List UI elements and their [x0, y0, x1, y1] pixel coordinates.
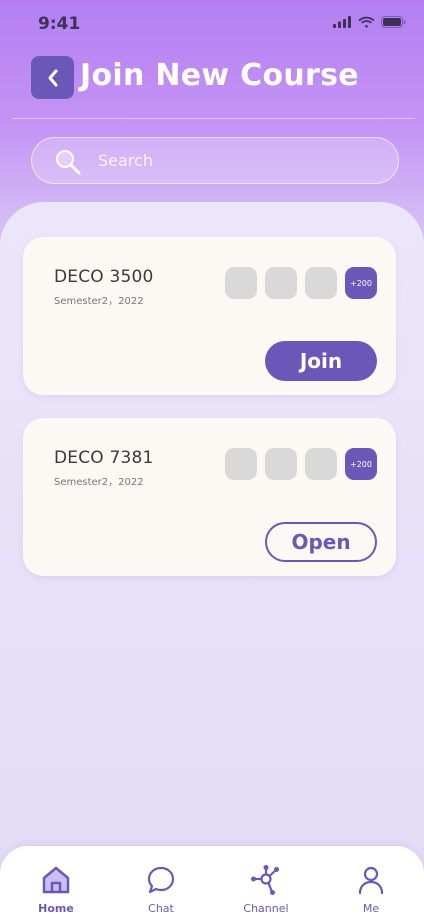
- avatar: [265, 448, 297, 480]
- search-icon: [56, 150, 81, 175]
- search-input[interactable]: [98, 146, 378, 174]
- chevron-left-icon: [48, 69, 57, 86]
- avatar: [305, 267, 337, 299]
- nav-item-me[interactable]: Me: [331, 864, 411, 918]
- battery-icon: [381, 16, 406, 28]
- join-button[interactable]: Join: [265, 341, 377, 381]
- home-icon: [42, 866, 70, 894]
- nav-item-home[interactable]: Home: [16, 864, 96, 918]
- nav-label-chat: Chat: [148, 902, 174, 915]
- user-icon: [358, 866, 384, 895]
- channel-icon: [251, 865, 279, 895]
- nav-label-home: Home: [38, 902, 74, 915]
- course-card: DECO 3500 Semester2，2022 +200 Join: [23, 237, 396, 395]
- course-semester: Semester2，2022: [54, 477, 144, 488]
- member-count-badge: +200: [345, 448, 377, 480]
- course-card: DECO 7381 Semester2，2022 +200 Open: [23, 418, 396, 576]
- status-time: 9:41: [38, 14, 81, 34]
- member-count-badge: +200: [345, 267, 377, 299]
- status-icons: [333, 16, 406, 28]
- back-button[interactable]: [31, 56, 74, 99]
- header-divider: [12, 118, 415, 119]
- course-name: DECO 3500: [54, 267, 154, 287]
- signal-icon: [333, 16, 351, 28]
- chat-icon: [147, 866, 175, 894]
- wifi-icon: [358, 16, 375, 28]
- nav-item-chat[interactable]: Chat: [121, 864, 201, 918]
- course-semester: Semester2，2022: [54, 296, 144, 307]
- avatar: [225, 448, 257, 480]
- avatar: [305, 448, 337, 480]
- status-bar: 9:41: [0, 0, 424, 48]
- avatar: [225, 267, 257, 299]
- member-avatars: +200: [225, 267, 377, 299]
- header: Join New Course: [0, 52, 424, 118]
- nav-label-channel: Channel: [243, 902, 289, 915]
- nav-item-channel[interactable]: Channel: [226, 864, 306, 918]
- open-button[interactable]: Open: [265, 522, 377, 562]
- course-name: DECO 7381: [54, 448, 154, 468]
- nav-label-me: Me: [362, 902, 380, 915]
- page-title: Join New Course: [80, 58, 359, 93]
- avatar: [265, 267, 297, 299]
- search-box[interactable]: [31, 137, 399, 184]
- member-avatars: +200: [225, 448, 377, 480]
- bottom-nav: Home Chat Channel Me: [0, 846, 424, 924]
